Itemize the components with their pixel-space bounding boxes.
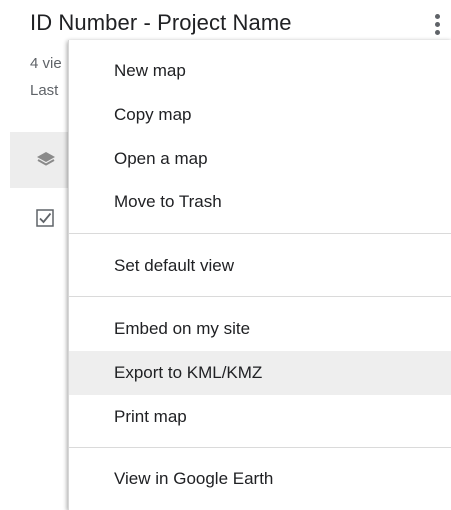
menu-item-new-map[interactable]: New map bbox=[69, 49, 451, 93]
menu-item-embed-on-site[interactable]: Embed on my site bbox=[69, 307, 451, 351]
menu-divider bbox=[69, 447, 451, 448]
menu-item-copy-map[interactable]: Copy map bbox=[69, 93, 451, 137]
menu-divider bbox=[69, 296, 451, 297]
checkbox-checked-icon[interactable] bbox=[36, 209, 54, 227]
map-editor-panel: ID Number - Project Name 4 vie Last New … bbox=[0, 0, 451, 510]
map-title[interactable]: ID Number - Project Name bbox=[30, 10, 292, 36]
menu-item-print-map[interactable]: Print map bbox=[69, 395, 451, 439]
menu-item-open-map[interactable]: Open a map bbox=[69, 137, 451, 181]
more-vert-icon-dot bbox=[434, 29, 440, 35]
views-count-text: 4 vie bbox=[30, 55, 62, 72]
last-edited-text: Last bbox=[30, 82, 59, 99]
menu-divider bbox=[69, 233, 451, 234]
menu-item-export-kml[interactable]: Export to KML/KMZ bbox=[69, 351, 451, 395]
menu-item-view-in-google-earth[interactable]: View in Google Earth bbox=[69, 457, 451, 501]
layers-icon bbox=[37, 152, 55, 166]
more-options-button[interactable] bbox=[424, 8, 450, 40]
overflow-menu: New map Copy map Open a map Move to Tras… bbox=[68, 40, 451, 510]
more-vert-icon-dot bbox=[434, 21, 440, 27]
menu-item-set-default-view[interactable]: Set default view bbox=[69, 244, 451, 288]
more-vert-icon bbox=[434, 13, 440, 19]
menu-item-move-to-trash[interactable]: Move to Trash bbox=[69, 180, 451, 224]
